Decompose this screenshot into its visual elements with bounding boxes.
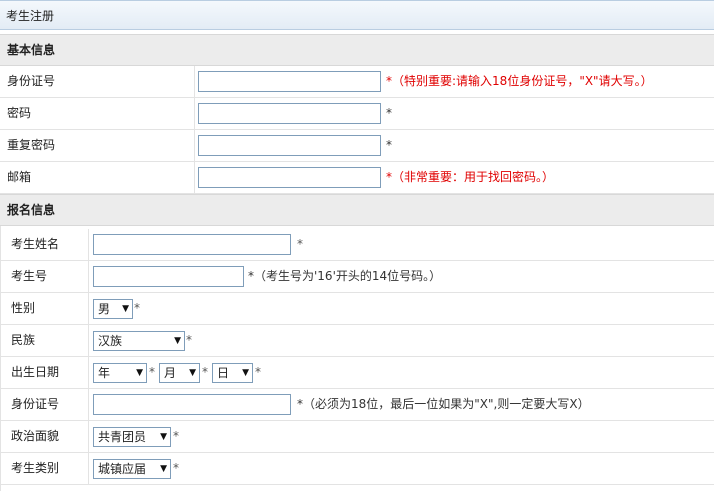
exam-number-label: 考生号 bbox=[11, 269, 48, 283]
chevron-down-icon: ▼ bbox=[174, 336, 181, 346]
political-status-value: 共青团员 bbox=[98, 430, 147, 444]
chevron-down-icon: ▼ bbox=[160, 432, 167, 442]
row-apply-id-number: 身份证号 *（必须为18位，最后一位如果为"X",则一定要大写X） bbox=[0, 389, 714, 421]
chevron-down-icon: ▼ bbox=[160, 464, 167, 474]
political-status-label: 政治面貌 bbox=[11, 429, 60, 443]
apply-id-number-input[interactable] bbox=[93, 394, 291, 415]
birth-date-label: 出生日期 bbox=[11, 365, 60, 379]
row-repeat-password: 重复密码 * bbox=[0, 130, 714, 162]
birth-year-value: 年 bbox=[98, 366, 111, 380]
password-required: * bbox=[386, 106, 392, 120]
exam-number-input[interactable] bbox=[93, 266, 244, 287]
ethnicity-value: 汉族 bbox=[98, 334, 123, 348]
row-id-number: 身份证号 *（特别重要:请输入18位身份证号，"X"请大写。） bbox=[0, 66, 714, 98]
student-category-required: * bbox=[173, 461, 179, 475]
window-title: 考生注册 bbox=[0, 0, 714, 30]
chevron-down-icon: ▼ bbox=[242, 368, 249, 378]
birth-year-select[interactable]: 年 ▼ bbox=[93, 363, 147, 383]
apply-id-number-label: 身份证号 bbox=[11, 397, 60, 411]
repeat-password-input[interactable] bbox=[198, 135, 381, 156]
email-note: *（非常重要：用于找回密码。） bbox=[386, 170, 555, 184]
apply-id-number-note: *（必须为18位，最后一位如果为"X",则一定要大写X） bbox=[297, 397, 590, 411]
id-number-note: *（特别重要:请输入18位身份证号，"X"请大写。） bbox=[386, 74, 653, 88]
gender-select[interactable]: 男 ▼ bbox=[93, 299, 133, 319]
section-basic-info: 基本信息 bbox=[0, 34, 714, 66]
chevron-down-icon: ▼ bbox=[136, 368, 143, 378]
birth-day-required: * bbox=[255, 365, 261, 379]
row-exam-number: 考生号 *（考生号为'16'开头的14位号码。） bbox=[0, 261, 714, 293]
student-category-value: 城镇应届 bbox=[98, 462, 147, 476]
birth-month-value: 月 bbox=[164, 366, 177, 380]
birth-month-required: * bbox=[202, 365, 208, 379]
row-student-category: 考生类别 城镇应届 ▼ * bbox=[0, 453, 714, 485]
political-status-select[interactable]: 共青团员 ▼ bbox=[93, 427, 171, 447]
student-category-select[interactable]: 城镇应届 ▼ bbox=[93, 459, 171, 479]
row-political-status: 政治面貌 共青团员 ▼ * bbox=[0, 421, 714, 453]
political-status-required: * bbox=[173, 429, 179, 443]
id-number-input[interactable] bbox=[198, 71, 381, 92]
row-student-name: 考生姓名 * bbox=[0, 229, 714, 261]
email-label: 邮箱 bbox=[7, 170, 32, 184]
gender-label: 性别 bbox=[11, 301, 36, 315]
password-label: 密码 bbox=[7, 106, 32, 120]
row-email: 邮箱 *（非常重要：用于找回密码。） bbox=[0, 162, 714, 194]
row-ethnicity: 民族 汉族 ▼ * bbox=[0, 325, 714, 357]
row-password: 密码 * bbox=[0, 98, 714, 130]
password-input[interactable] bbox=[198, 103, 381, 124]
birth-day-value: 日 bbox=[217, 366, 230, 380]
repeat-password-required: * bbox=[386, 138, 392, 152]
chevron-down-icon: ▼ bbox=[122, 304, 129, 314]
student-name-label: 考生姓名 bbox=[11, 237, 60, 251]
birth-month-select[interactable]: 月 ▼ bbox=[159, 363, 200, 383]
birth-year-required: * bbox=[149, 365, 155, 379]
ethnicity-label: 民族 bbox=[11, 333, 36, 347]
repeat-password-label: 重复密码 bbox=[7, 138, 56, 152]
row-birth-date: 出生日期 年 ▼ * 月 ▼ * 日 ▼ * bbox=[0, 357, 714, 389]
email-input[interactable] bbox=[198, 167, 381, 188]
student-category-label: 考生类别 bbox=[11, 461, 60, 475]
birth-day-select[interactable]: 日 ▼ bbox=[212, 363, 253, 383]
section-apply-info: 报名信息 bbox=[0, 194, 714, 226]
row-gender: 性别 男 ▼ * bbox=[0, 293, 714, 325]
gender-value: 男 bbox=[98, 302, 111, 316]
ethnicity-required: * bbox=[186, 333, 192, 347]
student-name-required: * bbox=[297, 237, 303, 251]
chevron-down-icon: ▼ bbox=[189, 368, 196, 378]
student-name-input[interactable] bbox=[93, 234, 291, 255]
id-number-label: 身份证号 bbox=[7, 74, 56, 88]
ethnicity-select[interactable]: 汉族 ▼ bbox=[93, 331, 185, 351]
gender-required: * bbox=[134, 301, 140, 315]
exam-number-note: *（考生号为'16'开头的14位号码。） bbox=[248, 269, 442, 283]
